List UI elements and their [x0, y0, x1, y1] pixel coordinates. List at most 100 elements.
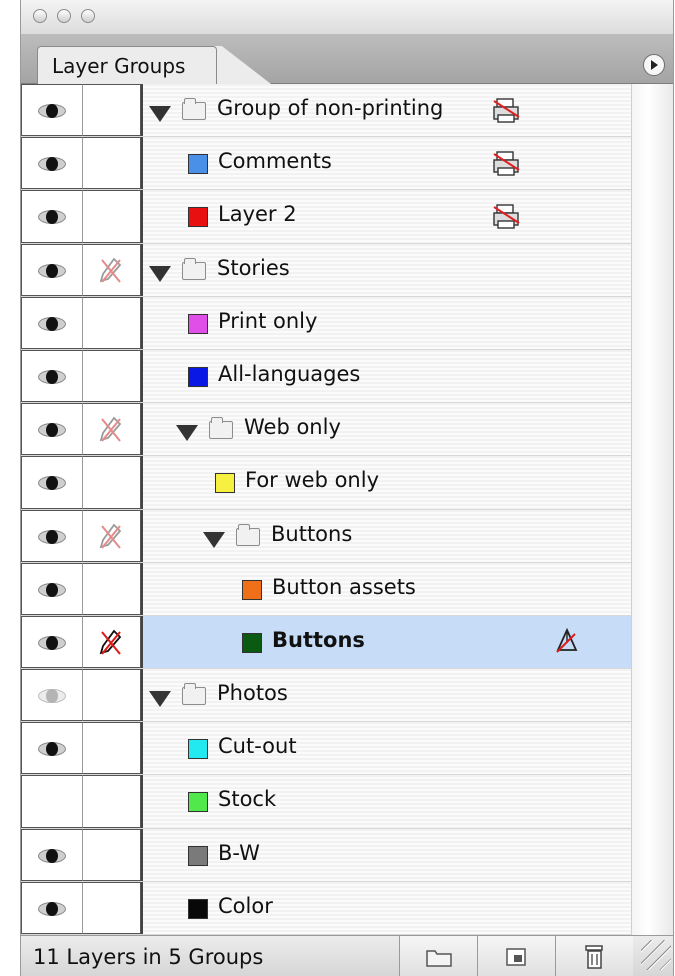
scrollbar-track[interactable]	[631, 84, 673, 935]
layer-row[interactable]: Layer 2	[21, 190, 631, 244]
folder-icon	[426, 950, 452, 967]
group-row[interactable]: Group of non-printing	[21, 84, 631, 138]
layer-color-swatch	[215, 473, 235, 494]
visibility-toggle[interactable]	[21, 562, 83, 615]
lock-toggle[interactable]	[83, 615, 141, 669]
lock-toggle[interactable]	[83, 509, 141, 562]
visibility-toggle[interactable]	[21, 722, 83, 775]
lock-toggle[interactable]	[83, 722, 141, 775]
new-layer-button[interactable]	[477, 936, 555, 976]
lock-toggle[interactable]	[83, 828, 141, 881]
visibility-toggle[interactable]	[21, 881, 83, 934]
layer-color-swatch	[242, 632, 262, 653]
layer-color-swatch	[188, 313, 208, 334]
layer-row[interactable]: Print only	[21, 296, 631, 350]
new-group-button[interactable]	[399, 936, 477, 976]
minimize-window-button[interactable]	[57, 9, 71, 23]
disclosure-triangle-icon[interactable]	[149, 265, 171, 282]
zoom-window-button[interactable]	[81, 9, 95, 23]
tab-layer-groups[interactable]: Layer Groups	[37, 46, 217, 84]
eye-icon	[37, 472, 67, 495]
lock-toggle[interactable]	[83, 403, 141, 456]
layer-content[interactable]: Cut-out	[143, 722, 631, 774]
layer-row[interactable]: B-W	[21, 828, 631, 882]
non-printing-icon	[493, 151, 520, 176]
layer-row[interactable]: Button assets	[21, 562, 631, 616]
lock-toggle[interactable]	[83, 84, 141, 137]
layer-content[interactable]: Buttons	[143, 615, 631, 669]
visibility-toggle[interactable]	[21, 296, 83, 349]
visibility-toggle[interactable]	[21, 403, 83, 456]
layer-row[interactable]: Stock	[21, 775, 631, 829]
lock-toggle[interactable]	[83, 456, 141, 509]
layer-content[interactable]: Comments	[143, 137, 631, 189]
lock-toggle[interactable]	[83, 669, 141, 722]
layer-list: Group of non-printing Comments Layer 2 Stor…	[21, 84, 631, 936]
visibility-toggle[interactable]	[21, 509, 83, 562]
target-pen-icon	[556, 627, 578, 653]
lock-toggle[interactable]	[83, 296, 141, 349]
layer-content[interactable]: Button assets	[143, 563, 631, 615]
visibility-toggle[interactable]	[21, 243, 83, 296]
visibility-toggle[interactable]	[21, 349, 83, 403]
visibility-toggle[interactable]	[21, 456, 83, 509]
group-row[interactable]: Photos	[21, 669, 631, 723]
layer-content[interactable]: Stock	[143, 775, 631, 827]
lock-toggle[interactable]	[83, 349, 141, 403]
layer-row[interactable]: Color	[21, 881, 631, 935]
layer-content[interactable]: Color	[143, 882, 631, 934]
lock-toggle[interactable]	[83, 243, 141, 296]
disclosure-triangle-icon[interactable]	[176, 425, 198, 442]
visibility-toggle[interactable]	[21, 137, 83, 190]
eye-icon	[37, 419, 67, 442]
layer-content[interactable]: Photos	[143, 669, 631, 721]
lock-toggle[interactable]	[83, 562, 141, 615]
layer-row[interactable]: All-languages	[21, 349, 631, 404]
layer-row[interactable]: Buttons	[21, 615, 631, 670]
eye-icon	[37, 578, 67, 601]
layer-row[interactable]: Comments	[21, 137, 631, 191]
lock-toggle[interactable]	[83, 137, 141, 190]
delete-layer-button[interactable]	[555, 936, 633, 976]
trash-icon	[585, 945, 603, 969]
layer-content[interactable]: Layer 2	[143, 190, 631, 242]
layer-content[interactable]: Print only	[143, 297, 631, 349]
eye-icon	[37, 153, 67, 176]
lock-toggle[interactable]	[83, 775, 141, 828]
disclosure-triangle-icon[interactable]	[149, 691, 171, 708]
eye-icon	[37, 312, 67, 335]
eye-icon	[37, 738, 67, 761]
lock-toggle[interactable]	[83, 190, 141, 243]
layer-content[interactable]: Stories	[143, 244, 631, 296]
layer-color-swatch	[188, 845, 208, 866]
layer-content[interactable]: Buttons	[143, 510, 631, 562]
close-window-button[interactable]	[33, 9, 47, 23]
layer-color-swatch	[188, 154, 208, 175]
layer-content[interactable]: For web only	[143, 456, 631, 508]
eye-icon	[37, 100, 67, 122]
disclosure-triangle-icon[interactable]	[203, 531, 225, 548]
layer-row[interactable]: Cut-out	[21, 722, 631, 776]
layer-name: Comments	[218, 149, 332, 174]
pencil-lock-icon	[99, 257, 122, 283]
visibility-toggle[interactable]	[21, 775, 83, 828]
visibility-toggle[interactable]	[21, 828, 83, 881]
visibility-toggle[interactable]	[21, 190, 83, 243]
group-row[interactable]: Stories	[21, 243, 631, 297]
disclosure-triangle-icon[interactable]	[149, 106, 171, 122]
visibility-toggle[interactable]	[21, 669, 83, 722]
layer-content[interactable]: All-languages	[143, 350, 631, 402]
resize-grip[interactable]	[641, 940, 671, 970]
pencil-lock-icon	[99, 629, 122, 655]
lock-toggle[interactable]	[83, 881, 141, 934]
group-row[interactable]: Buttons	[21, 509, 631, 563]
visibility-toggle[interactable]	[21, 615, 83, 669]
layer-row[interactable]: For web only	[21, 456, 631, 510]
title-bar	[21, 0, 673, 35]
layer-content[interactable]: B-W	[143, 829, 631, 881]
group-row[interactable]: Web only	[21, 403, 631, 457]
visibility-toggle[interactable]	[21, 84, 83, 137]
layer-content[interactable]: Web only	[143, 403, 631, 455]
panel-menu-button[interactable]	[643, 54, 665, 76]
layer-content[interactable]: Group of non-printing	[143, 84, 631, 136]
